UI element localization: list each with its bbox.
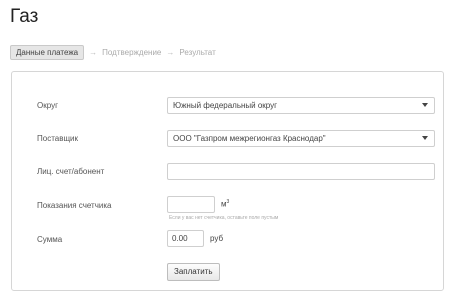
- step-payment-data[interactable]: Данные платежа: [10, 44, 85, 60]
- chevron-down-icon: [422, 136, 428, 140]
- supplier-select-value: ООО "Газпром межрегионгаз Краснодар": [173, 134, 326, 143]
- meter-unit-sup: 3: [226, 199, 230, 205]
- meter-unit: м3: [221, 199, 229, 209]
- sum-label: Сумма: [37, 235, 63, 244]
- step-arrow: →: [89, 47, 98, 57]
- step-arrow: →: [166, 47, 175, 57]
- pay-button[interactable]: Заплатить: [167, 263, 220, 281]
- district-select-value: Южный федеральный округ: [173, 101, 278, 110]
- step-confirmation: Подтверждение: [102, 47, 162, 57]
- meter-label: Показания счетчика: [37, 201, 112, 210]
- sum-input[interactable]: 0.00: [167, 230, 204, 247]
- payment-form-panel: Округ Южный федеральный округ Поставщик …: [11, 71, 444, 291]
- sum-unit: руб: [210, 234, 224, 243]
- supplier-label: Поставщик: [37, 134, 79, 143]
- supplier-select[interactable]: ООО "Газпром межрегионгаз Краснодар": [167, 130, 435, 147]
- district-label: Округ: [37, 101, 58, 110]
- meter-hint: Если у вас нет счетчика, оставьте поле п…: [169, 215, 279, 221]
- page-title: Газ: [10, 6, 39, 27]
- wizard-steps: Данные платежа → Подтверждение → Результ…: [10, 44, 216, 60]
- meter-input[interactable]: [167, 196, 215, 213]
- district-select[interactable]: Южный федеральный округ: [167, 97, 435, 114]
- account-input[interactable]: [167, 163, 435, 180]
- step-result: Результат: [179, 47, 216, 57]
- account-label: Лиц. счет/абонент: [37, 167, 105, 176]
- chevron-down-icon: [422, 103, 428, 107]
